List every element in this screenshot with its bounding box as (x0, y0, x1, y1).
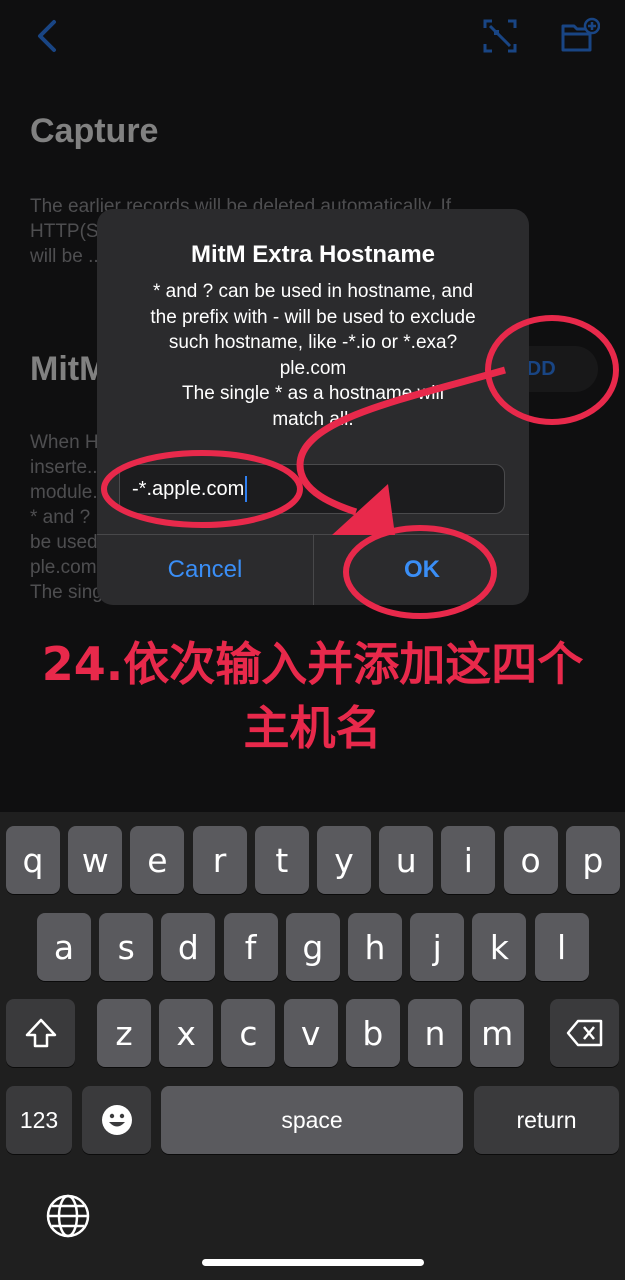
alert-message-line: ple.com (279, 357, 347, 379)
return-key[interactable]: return (474, 1086, 619, 1154)
numbers-key[interactable]: 123 (6, 1086, 72, 1154)
key-k[interactable]: k (472, 913, 527, 981)
hostname-input-value: -*.apple.com (132, 477, 245, 500)
globe-icon[interactable] (44, 1192, 92, 1240)
annotation-text: 主机名 (243, 701, 382, 755)
key-d[interactable]: d (161, 913, 216, 981)
alert-message-line: such hostname, like -*.io or *.exa? (168, 332, 458, 353)
alert-message-line: The single * as a hostname will (182, 383, 444, 404)
backspace-key[interactable] (550, 999, 619, 1067)
key-j[interactable]: j (410, 913, 465, 981)
key-r[interactable]: r (192, 826, 247, 894)
home-indicator (202, 1259, 424, 1266)
cancel-button[interactable]: Cancel (97, 535, 313, 605)
text-caret (245, 476, 248, 502)
key-l[interactable]: l (534, 913, 589, 981)
emoji-icon (101, 1105, 132, 1135)
key-t[interactable]: t (254, 826, 309, 894)
key-h[interactable]: h (348, 913, 402, 981)
key-q[interactable]: q (6, 826, 60, 894)
emoji-key[interactable] (82, 1086, 151, 1154)
key-s[interactable]: s (99, 913, 154, 981)
alert-title: MitM Extra Hostname (190, 241, 436, 268)
key-y[interactable]: y (317, 826, 371, 894)
key-c[interactable]: c (221, 999, 276, 1067)
hostname-alert-dialog: MitM Extra Hostname * and ? can be used … (97, 209, 529, 605)
key-z[interactable]: z (97, 999, 151, 1067)
backspace-icon (566, 1019, 602, 1047)
key-e[interactable]: e (130, 826, 185, 894)
hostname-input[interactable]: -*.apple.com (119, 464, 505, 514)
key-o[interactable]: o (503, 826, 558, 894)
annotation-text: 24.依次输入并添加这四个 (41, 637, 584, 691)
key-x[interactable]: x (159, 999, 214, 1067)
key-v[interactable]: v (283, 999, 338, 1067)
key-f[interactable]: f (223, 913, 278, 981)
key-a[interactable]: a (37, 913, 91, 981)
key-u[interactable]: u (379, 826, 434, 894)
alert-message-line: the prefix with - will be used to exclud… (150, 306, 476, 328)
key-p[interactable]: p (565, 826, 620, 894)
key-m[interactable]: m (470, 999, 525, 1067)
key-b[interactable]: b (345, 999, 400, 1067)
shift-icon (25, 1018, 56, 1048)
ok-button[interactable]: OK (314, 535, 529, 605)
key-w[interactable]: w (68, 826, 123, 894)
key-i[interactable]: i (441, 826, 496, 894)
key-g[interactable]: g (285, 913, 340, 981)
shift-key[interactable] (6, 999, 75, 1067)
alert-message-line: * and ? can be used in hostname, and (152, 281, 474, 302)
key-n[interactable]: n (408, 999, 462, 1067)
alert-message-line: match all. (272, 408, 354, 430)
alert-message: * and ? can be used in hostname, and the… (113, 279, 513, 432)
space-key[interactable]: space (161, 1086, 463, 1154)
